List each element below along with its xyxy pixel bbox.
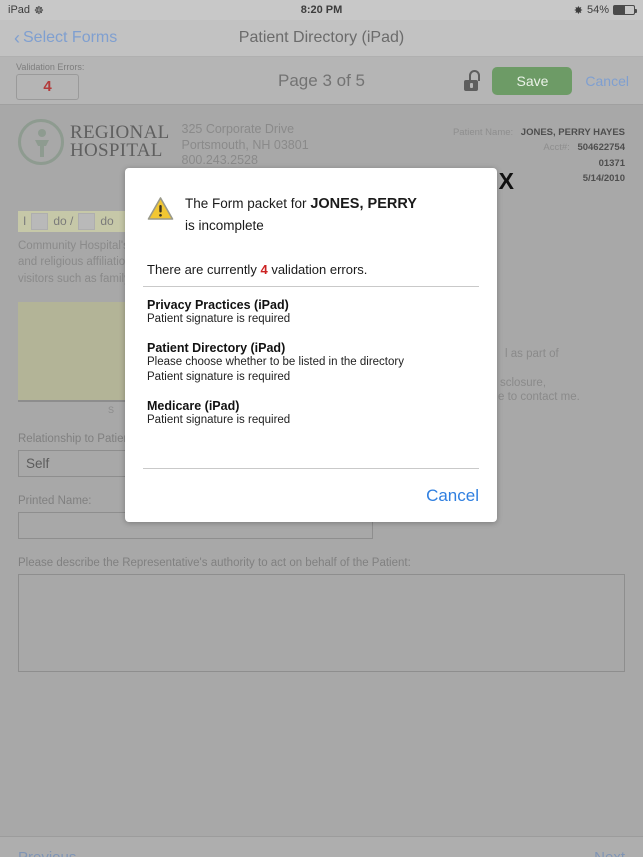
previous-button[interactable]: Previous [18,849,76,857]
save-button[interactable]: Save [492,66,573,95]
consent-fragment-right-1: l as part of [505,348,559,360]
error-item: Patient signature is required [147,313,291,325]
error-list[interactable]: Privacy Practices (iPad) Patient signatu… [143,286,479,461]
status-bar-right: ✸ 54% [573,4,637,17]
consent-do-not-label: do [100,214,114,228]
dialog-message: The Form packet for JONES, PERRY is inco… [185,194,417,236]
status-bar: iPad ☸ 8:20 PM ✸ 54% [0,0,643,20]
hospital-name: REGIONAL HOSPITAL [70,123,170,161]
dialog-footer: Cancel [143,468,479,522]
dialog-summary-prefix: There are currently [147,262,257,277]
error-group: Patient Directory (iPad) Please choose w… [147,341,475,386]
status-bar-time: 8:20 PM [300,4,343,16]
warning-triangle-icon [147,196,174,221]
error-item: Patient signature is required [147,413,291,426]
dialog-message-name: JONES, PERRY [310,196,417,212]
consent-do-checkbox[interactable] [31,212,49,230]
validation-errors-label: Validation Errors: [16,61,85,72]
app-root: iPad ☸ 8:20 PM ✸ 54% ‹ Select Forms Pati… [0,0,643,857]
error-item: Please choose whether to be listed in th… [147,355,404,368]
error-group-title: Medicare (iPad) [147,398,240,413]
battery-percent-label: 54% [586,4,609,16]
error-group: Privacy Practices (iPad) Patient signatu… [147,298,475,328]
logo-line-2: HOSPITAL [70,140,163,161]
error-item: Patient signature is required [147,371,291,384]
device-label: iPad [8,4,31,16]
consent-prefix-label: I [23,214,27,228]
battery-icon [613,5,637,15]
validation-errors-box[interactable]: 4 [16,73,79,100]
hospital-emblem-icon [18,119,64,165]
patient-name-value: JONES, PERRY HAYES [520,127,625,138]
patient-mrn-value: 01371 [598,157,625,169]
consent-paragraph: Community Hospital's and religious affil… [18,239,132,285]
consent-checkbox-group[interactable]: I do / do [18,210,132,232]
consent-do-label: do / [53,214,74,228]
consent-fragment-right-2: sclosure, [500,377,547,389]
dialog-header: The Form packet for JONES, PERRY is inco… [125,168,497,236]
patient-acct-value: 504622754 [577,142,625,154]
error-group-title: Privacy Practices (iPad) [147,298,289,312]
dialog-summary-suffix: validation errors. [271,262,368,277]
close-icon[interactable]: X [499,170,514,193]
dialog-cancel-button[interactable]: Cancel [426,486,479,506]
consent-fragment-right-3: e to contact me. [498,391,580,403]
chevron-left-icon: ‹ [14,28,20,48]
error-group-title: Patient Directory (iPad) [147,340,286,355]
status-bar-left: iPad ☸ [8,4,44,17]
back-button[interactable]: ‹ Select Forms [0,29,117,47]
authority-label: Please describe the Representative's aut… [18,556,411,569]
back-button-label: Select Forms [23,29,118,46]
patient-info-row: Patient Name: JONES, PERRY HAYES [453,125,625,140]
unlock-icon[interactable] [463,70,481,91]
consent-do-not-checkbox[interactable] [78,212,96,230]
next-button[interactable]: Next [594,849,625,857]
dialog-summary: There are currently 4 validation errors. [125,236,497,277]
dialog-message-suffix: is incomplete [185,217,264,233]
validation-errors-indicator[interactable]: Validation Errors: 4 [16,62,84,100]
address-line-2: Portsmouth, NH 03801 [181,137,309,152]
nav-bar: ‹ Select Forms Patient Directory (iPad) [0,20,643,57]
hospital-logo: REGIONAL HOSPITAL [18,119,170,165]
address-line-3: 800.243.2528 [181,153,258,168]
address-line-1: 325 Corporate Drive [181,122,295,136]
validation-errors-dialog: X The Form packet for JONES, PERRY is in… [125,168,514,522]
authority-textarea[interactable] [18,573,625,672]
toolbar-actions: Save Cancel [463,66,643,95]
form-toolbar: Validation Errors: 4 Page 3 of 5 Save Ca… [0,57,643,105]
logo-figure-icon [35,129,49,157]
validation-errors-count: 4 [43,78,52,95]
patient-info-row: Acct#: 504622754 [453,140,625,155]
bottom-navigation-bar: Previous Next [0,836,643,857]
sync-icon: ☸ [34,4,44,17]
dialog-message-prefix: The Form packet for [185,196,307,211]
patient-acct-label: Acct#: [543,142,570,154]
bluetooth-icon: ✸ [573,4,583,17]
cancel-button[interactable]: Cancel [585,73,629,89]
patient-date-value: 5/14/2010 [582,173,625,185]
hospital-address: 325 Corporate Drive Portsmouth, NH 03801… [182,119,309,169]
patient-name-label: Patient Name: [452,127,514,138]
dialog-summary-count: 4 [260,262,268,277]
error-group: Medicare (iPad) Patient signature is req… [147,399,475,429]
